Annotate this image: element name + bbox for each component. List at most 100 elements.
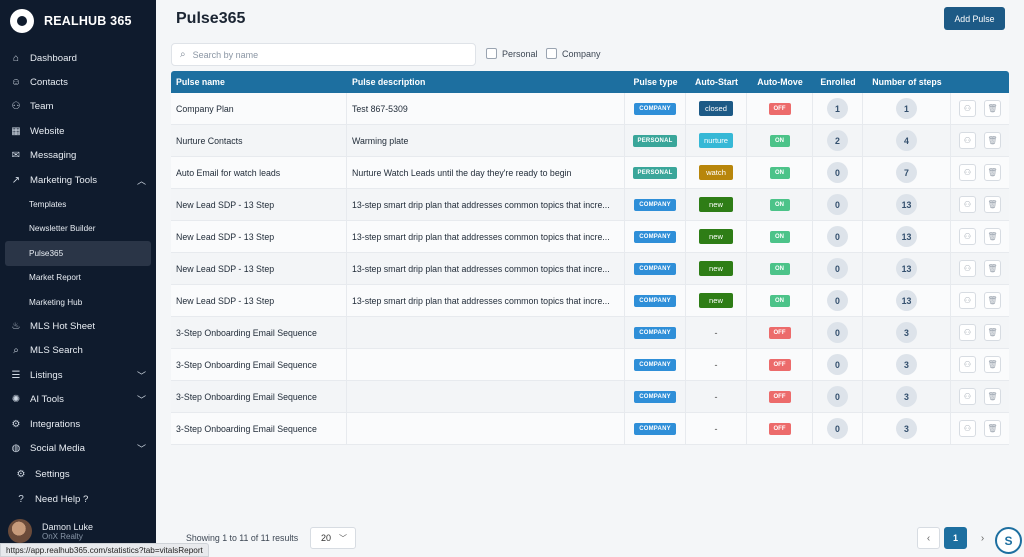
table-row[interactable]: Company Plan Test 867-5309 COMPANY closed OF… [171,93,1009,125]
enroll-button[interactable]: ⚇ [959,164,976,181]
table-row[interactable]: 3-Step Onboarding Email Sequence COMPANY -… [171,381,1009,413]
table-row[interactable]: New Lead SDP - 13 Step 13-step smart drip… [171,189,1009,221]
enroll-button[interactable]: ⚇ [959,388,976,405]
personal-checkbox[interactable] [486,48,497,59]
sidebar-item-ai-tools[interactable]: ✺ AI Tools ﹀ [0,387,156,411]
next-page-button[interactable]: › [971,527,994,549]
delete-button[interactable]: 🗑 [984,164,1001,181]
add-pulse-button[interactable]: Add Pulse [944,7,1005,30]
table-row[interactable]: 3-Step Onboarding Email Sequence COMPANY -… [171,349,1009,381]
table-row[interactable]: New Lead SDP - 13 Step 13-step smart drip… [171,285,1009,317]
delete-button[interactable]: 🗑 [984,356,1001,373]
filter-company[interactable]: Company [546,48,601,59]
page-button[interactable]: 1 [944,527,967,549]
pulse-desc-cell: Nurture Watch Leads until the day they'r… [347,157,625,188]
trash-icon: 🗑 [987,328,998,337]
sidebar-item-team[interactable]: ⚇ Team [0,95,156,119]
column-header: Enrolled [820,77,856,87]
enrolled-cell: 0 [813,285,863,316]
table-row[interactable]: New Lead SDP - 13 Step 13-step smart drip… [171,253,1009,285]
enroll-button[interactable]: ⚇ [959,100,976,117]
filter-personal[interactable]: Personal [486,48,538,59]
table-row[interactable]: Auto Email for watch leads Nurture Watch … [171,157,1009,189]
sidebar-item-mls-hot-sheet[interactable]: ♨ MLS Hot Sheet [0,314,156,338]
enroll-button[interactable]: ⚇ [959,132,976,149]
column-header: Auto-Move [757,77,803,87]
auto-move-toggle[interactable]: OFF [768,422,791,435]
dashboard-icon: ⌂ [12,52,20,64]
sidebar-item-dashboard[interactable]: ⌂ Dashboard [0,46,156,70]
auto-start-tag: new [699,197,733,212]
sidebar-item-messaging[interactable]: ✉ Messaging [0,144,156,168]
sidebar-item-website[interactable]: ▦ Website [0,119,156,143]
sidebar-subitem-newsletter-builder[interactable]: Newsletter Builder [0,217,156,241]
table-row[interactable]: 3-Step Onboarding Email Sequence COMPANY -… [171,413,1009,445]
auto-move-toggle[interactable]: ON [769,134,790,147]
enroll-button[interactable]: ⚇ [959,324,976,341]
sidebar: REALHUB 365 ⌂ Dashboard ☺ Contacts ⚇ Tea… [0,0,156,557]
sidebar-item-integrations[interactable]: ⚙ Integrations [0,412,156,436]
company-checkbox[interactable] [546,48,557,59]
auto-move-toggle[interactable]: OFF [768,358,791,371]
enroll-button[interactable]: ⚇ [959,228,976,245]
enroll-button[interactable]: ⚇ [959,420,976,437]
column-header: Pulse description [352,77,426,87]
enroll-button[interactable]: ⚇ [959,196,976,213]
chevron-down-icon: ﹀ [136,395,146,406]
pulse-name-cell: 3-Step Onboarding Email Sequence [171,349,347,380]
delete-button[interactable]: 🗑 [984,100,1001,117]
auto-move-toggle[interactable]: ON [769,230,790,243]
brand[interactable]: REALHUB 365 [0,0,156,42]
auto-start-cell: - [686,349,747,380]
pulse-desc-cell [347,349,625,380]
sidebar-item-help[interactable]: ? Need Help ? [0,487,156,511]
sidebar-subitem-templates[interactable]: Templates [0,192,156,216]
delete-button[interactable]: 🗑 [984,132,1001,149]
delete-button[interactable]: 🗑 [984,196,1001,213]
delete-button[interactable]: 🗑 [984,292,1001,309]
auto-move-toggle[interactable]: OFF [768,326,791,339]
table-row[interactable]: Nurture Contacts Warming plate PERSONAL nur… [171,125,1009,157]
sidebar-item-listings[interactable]: ☰ Listings ﹀ [0,363,156,387]
pulse-type-cell: COMPANY [625,381,686,412]
support-chat-button[interactable]: S [995,527,1022,554]
trash-icon: 🗑 [987,392,998,401]
page-size-select[interactable]: 20 ﹀ [310,527,356,549]
sidebar-item-label: Integrations [30,418,81,430]
enrolled-count: 1 [827,98,848,119]
auto-move-toggle[interactable]: ON [769,262,790,275]
sidebar-item-mls-search[interactable]: ⌕ MLS Search [0,339,156,363]
delete-button[interactable]: 🗑 [984,324,1001,341]
table-row[interactable]: New Lead SDP - 13 Step 13-step smart drip… [171,221,1009,253]
enroll-button[interactable]: ⚇ [959,260,976,277]
sidebar-subitem-marketing-hub[interactable]: Marketing Hub [0,290,156,314]
delete-button[interactable]: 🗑 [984,388,1001,405]
sidebar-item-settings[interactable]: ⚙ Settings [0,463,156,487]
sidebar-item-social-media[interactable]: ◍ Social Media ﹀ [0,436,156,460]
pulse-desc-cell [347,413,625,444]
sidebar-subitem-pulse365[interactable]: Pulse365 [5,241,151,266]
auto-start-cell: - [686,413,747,444]
auto-move-toggle[interactable]: ON [769,166,790,179]
search-input[interactable] [192,49,453,60]
sidebar-item-marketing-tools[interactable]: ↗ Marketing Tools ︿ [0,168,156,192]
sidebar-subitem-market-report[interactable]: Market Report [0,266,156,290]
delete-button[interactable]: 🗑 [984,260,1001,277]
auto-move-toggle[interactable]: ON [769,198,790,211]
search-box[interactable]: ⌕ [171,43,476,66]
delete-button[interactable]: 🗑 [984,420,1001,437]
enroll-button[interactable]: ⚇ [959,356,976,373]
auto-start-empty: - [714,327,718,338]
auto-move-toggle[interactable]: OFF [768,102,791,115]
user-profile[interactable]: Damon Luke OnX Realty [8,519,93,543]
table-row[interactable]: 3-Step Onboarding Email Sequence COMPANY -… [171,317,1009,349]
table-body: Company Plan Test 867-5309 COMPANY closed OF… [171,93,1009,445]
auto-move-toggle[interactable]: ON [769,294,790,307]
pulse-description: 13-step smart drip plan that addresses c… [352,295,610,306]
prev-page-button[interactable]: ‹ [917,527,940,549]
auto-move-toggle[interactable]: OFF [768,390,791,403]
trash-icon: 🗑 [987,264,998,273]
sidebar-item-contacts[interactable]: ☺ Contacts [0,70,156,94]
enroll-button[interactable]: ⚇ [959,292,976,309]
delete-button[interactable]: 🗑 [984,228,1001,245]
